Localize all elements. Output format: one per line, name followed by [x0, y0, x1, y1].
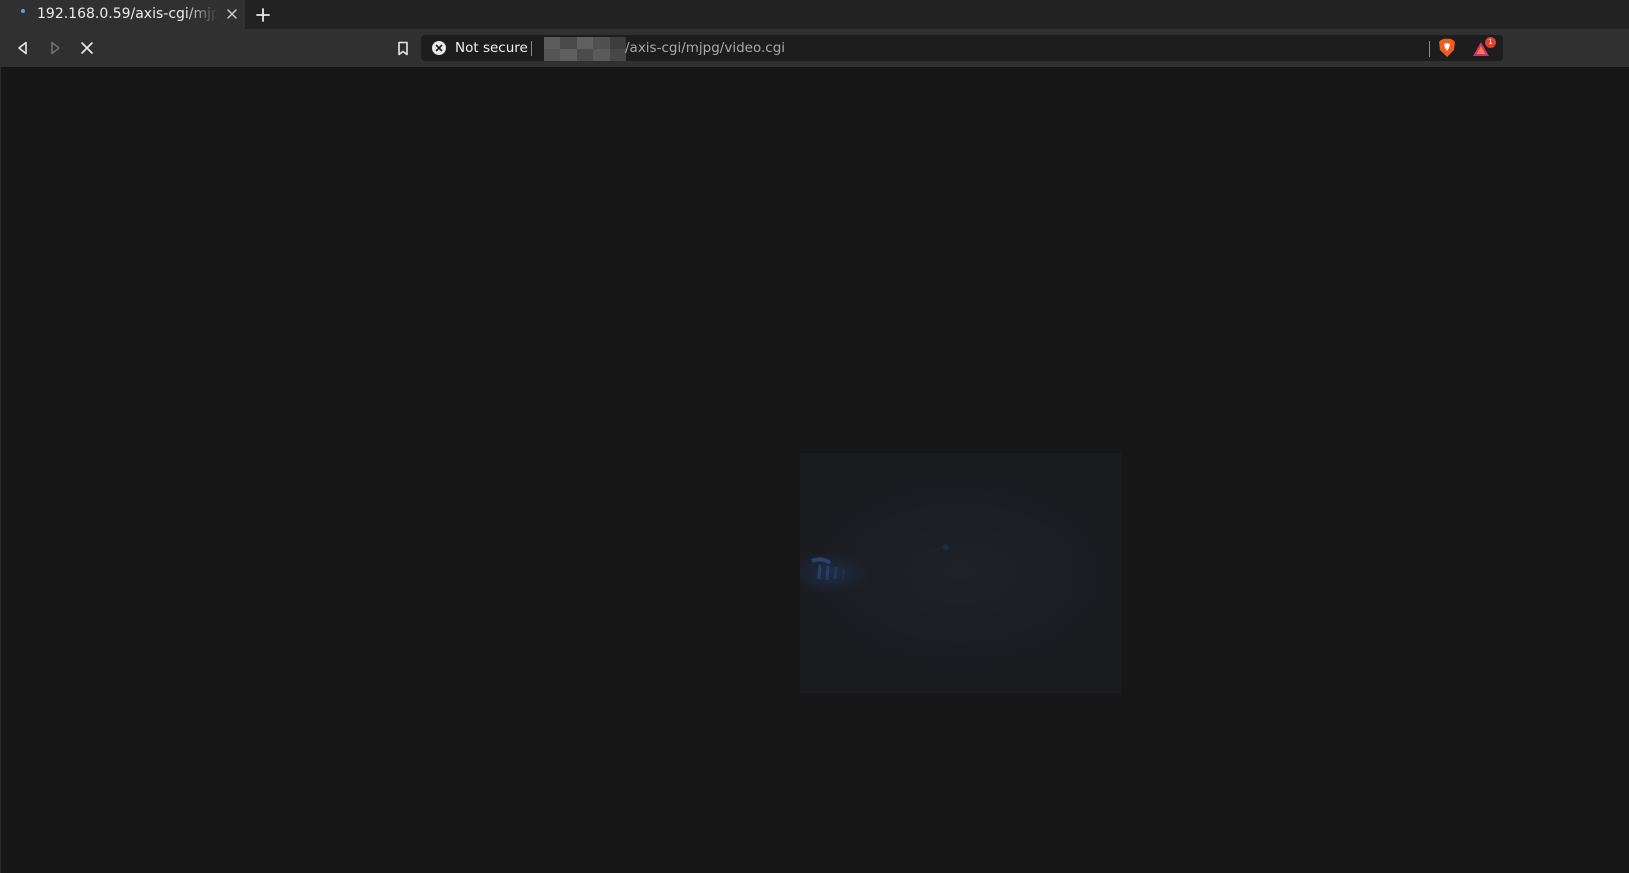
tab-active[interactable]: 192.168.0.59/axis-cgi/mjpg/video.cgi — [0, 0, 245, 29]
tab-loading-indicator — [21, 9, 25, 13]
not-secure-icon — [432, 41, 446, 55]
brave-shields-icon[interactable] — [1438, 38, 1456, 58]
security-label: Not secure — [455, 40, 528, 56]
tab-strip: 192.168.0.59/axis-cgi/mjpg/video.cgi — [0, 0, 1629, 29]
security-chip[interactable]: Not secure — [421, 35, 531, 61]
url-path: /axis-cgi/mjpg/video.cgi — [625, 40, 786, 56]
window-edge — [0, 67, 1, 873]
mjpeg-video-stream[interactable] — [800, 453, 1121, 693]
bookmark-icon[interactable] — [394, 37, 412, 59]
rewards-badge: 1 — [1485, 37, 1496, 48]
divider — [1429, 41, 1430, 57]
close-icon[interactable] — [225, 7, 239, 21]
tab-title: 192.168.0.59/axis-cgi/mjpg/video.cgi — [37, 6, 218, 22]
divider — [531, 41, 532, 56]
browser-toolbar: Not secure /axis-cgi/mjpg/video.cgi 1 — [0, 29, 1629, 67]
redacted-host — [544, 37, 626, 61]
address-bar[interactable]: Not secure /axis-cgi/mjpg/video.cgi 1 — [421, 35, 1503, 61]
back-icon[interactable] — [12, 37, 34, 59]
stop-icon[interactable] — [76, 37, 98, 59]
brave-rewards-icon[interactable]: 1 — [1472, 37, 1496, 58]
plus-icon[interactable] — [254, 6, 272, 24]
forward-icon[interactable] — [44, 37, 66, 59]
